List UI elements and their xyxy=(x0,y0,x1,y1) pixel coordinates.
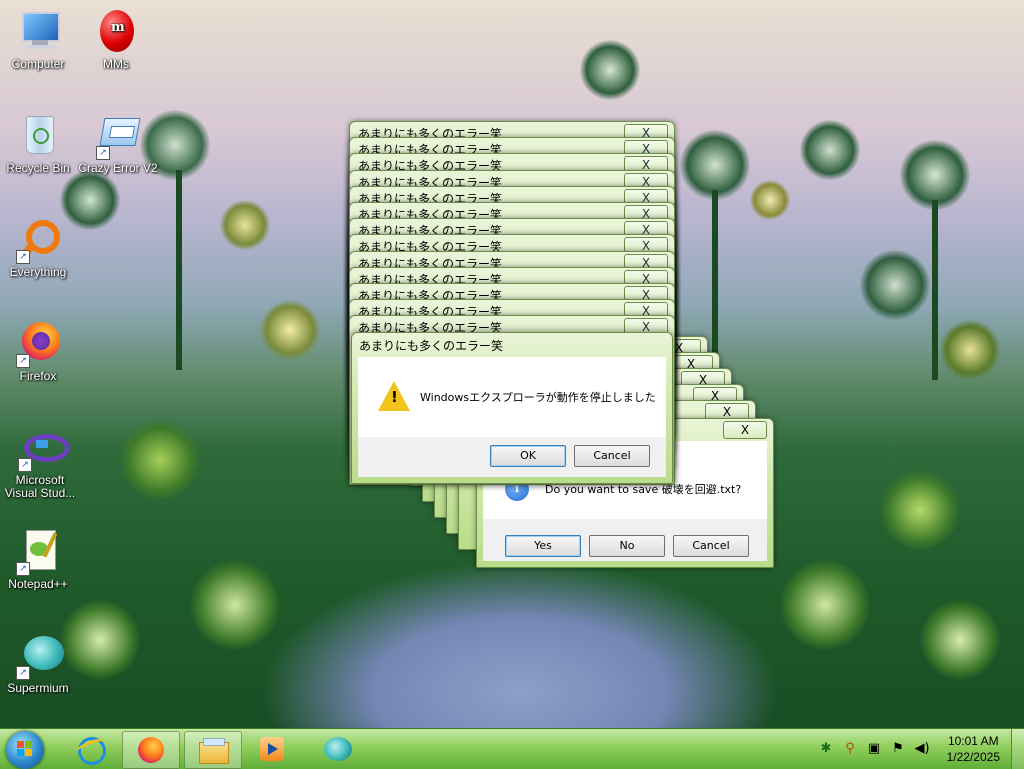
cancel-button[interactable]: Cancel xyxy=(574,445,650,467)
wallpaper-flower xyxy=(860,250,930,320)
desktop-icon-label: Crazy Error V2 xyxy=(78,161,158,175)
desktop-icon-supermium[interactable]: ↗ Supermium xyxy=(2,632,74,712)
desktop-icon-notepad-plus-plus[interactable]: ↗ Notepad++ xyxy=(2,528,74,608)
clock-date: 1/22/2025 xyxy=(946,750,1000,764)
shortcut-arrow-icon: ↗ xyxy=(16,666,30,680)
wallpaper-flower xyxy=(750,180,790,220)
wallpaper-stem xyxy=(932,200,938,380)
supermium-icon: ↗ xyxy=(14,632,64,680)
desktop-icon-label: Computer xyxy=(11,57,65,71)
internet-explorer-icon xyxy=(75,735,107,765)
no-button[interactable]: No xyxy=(589,535,665,557)
shortcut-arrow-icon: ↗ xyxy=(16,354,30,368)
taskbar-supermium[interactable] xyxy=(310,731,366,767)
wallpaper-flower xyxy=(260,300,320,360)
taskbar-media-player[interactable] xyxy=(244,731,300,767)
wallpaper-flower xyxy=(800,120,860,180)
error-dialog-message: Windowsエクスプローラが動作を停止しました xyxy=(420,391,656,404)
error-dialog-title: あまりにも多くのエラー笑 xyxy=(359,339,504,353)
wallpaper-flower xyxy=(580,40,640,100)
wallpaper-flower xyxy=(940,320,1000,380)
desktop-icon-everything[interactable]: ↗ Everything xyxy=(2,216,74,296)
shortcut-arrow-icon: ↗ xyxy=(18,458,32,472)
tray-bug-icon[interactable]: ✱ xyxy=(818,741,834,757)
windows-logo-icon xyxy=(17,741,33,757)
yes-button[interactable]: Yes xyxy=(505,535,581,557)
close-button[interactable]: X xyxy=(723,421,767,439)
wallpaper-flower xyxy=(220,200,270,250)
save-cancel-button[interactable]: Cancel xyxy=(673,535,749,557)
desktop-icon-label: Notepad++ xyxy=(8,577,68,591)
taskbar: ✱ ⚲ ▣ ⚑ ◀) 10:01 AM 1/22/2025 xyxy=(0,728,1024,769)
recycle-bin-icon xyxy=(14,112,62,160)
wallpaper-bush xyxy=(880,470,960,550)
desktop-icon-label: Everything xyxy=(9,265,67,279)
mms-icon: m xyxy=(92,8,140,56)
desktop-icon-label: Firefox xyxy=(19,369,57,383)
desktop: Computer m MMs Recycle Bin ↗ Crazy Error… xyxy=(0,0,1024,728)
wallpaper-bush xyxy=(780,560,870,650)
notepad-plus-plus-icon: ↗ xyxy=(14,528,62,576)
ok-button[interactable]: OK xyxy=(490,445,566,467)
shortcut-arrow-icon: ↗ xyxy=(16,562,30,576)
clock[interactable]: 10:01 AM 1/22/2025 xyxy=(947,733,1000,765)
desktop-icon-visual-studio[interactable]: ↗ Microsoft Visual Stud... xyxy=(2,424,78,504)
desktop-icon-mms[interactable]: m MMs xyxy=(80,8,152,88)
supermium-icon xyxy=(324,735,352,763)
desktop-icon-computer[interactable]: Computer xyxy=(2,8,74,88)
error-dialog-content: ! Windowsエクスプローラが動作を停止しました OK Cancel xyxy=(358,357,666,477)
crazy-error-icon: ↗ xyxy=(94,112,142,160)
wallpaper-bush xyxy=(120,420,200,500)
taskbar-file-explorer[interactable] xyxy=(184,731,242,769)
file-explorer-icon xyxy=(199,736,229,764)
taskbar-firefox[interactable] xyxy=(122,731,180,769)
wallpaper-bush xyxy=(920,600,1000,680)
shortcut-arrow-icon: ↗ xyxy=(16,250,30,264)
desktop-icon-crazy-error[interactable]: ↗ Crazy Error V2 xyxy=(76,112,160,192)
wallpaper-path xyxy=(260,560,780,728)
tray-network-icon[interactable]: ▣ xyxy=(866,741,882,757)
tray-volume-icon[interactable]: ◀) xyxy=(914,741,930,757)
firefox-icon xyxy=(137,736,165,764)
warning-icon: ! xyxy=(378,381,410,411)
desktop-icon-label: Supermium xyxy=(7,681,69,695)
wallpaper-stem xyxy=(712,190,718,370)
media-player-icon xyxy=(258,735,286,763)
desktop-icon-label: Recycle Bin xyxy=(6,161,70,175)
computer-icon xyxy=(14,8,62,56)
desktop-icon-recycle-bin[interactable]: Recycle Bin xyxy=(2,112,74,192)
wallpaper-bush xyxy=(190,560,280,650)
tray-flag-icon[interactable]: ⚑ xyxy=(890,741,906,757)
desktop-icon-label: Microsoft Visual Stud... xyxy=(4,473,76,500)
tray-search-icon[interactable]: ⚲ xyxy=(842,741,858,757)
firefox-icon: ↗ xyxy=(14,320,62,368)
error-dialog-window[interactable]: あまりにも多くのエラー笑 ! Windowsエクスプローラが動作を停止しました … xyxy=(351,332,673,484)
start-button[interactable] xyxy=(6,731,44,769)
show-desktop-button[interactable] xyxy=(1011,729,1024,769)
desktop-icon-firefox[interactable]: ↗ Firefox xyxy=(2,320,74,400)
wallpaper-stem xyxy=(176,170,182,370)
clock-time: 10:01 AM xyxy=(947,734,999,748)
shortcut-arrow-icon: ↗ xyxy=(96,146,110,160)
taskbar-internet-explorer[interactable] xyxy=(62,731,118,767)
desktop-icon-label: MMs xyxy=(103,57,129,71)
everything-icon: ↗ xyxy=(14,216,62,264)
visual-studio-icon: ↗ xyxy=(16,424,70,472)
